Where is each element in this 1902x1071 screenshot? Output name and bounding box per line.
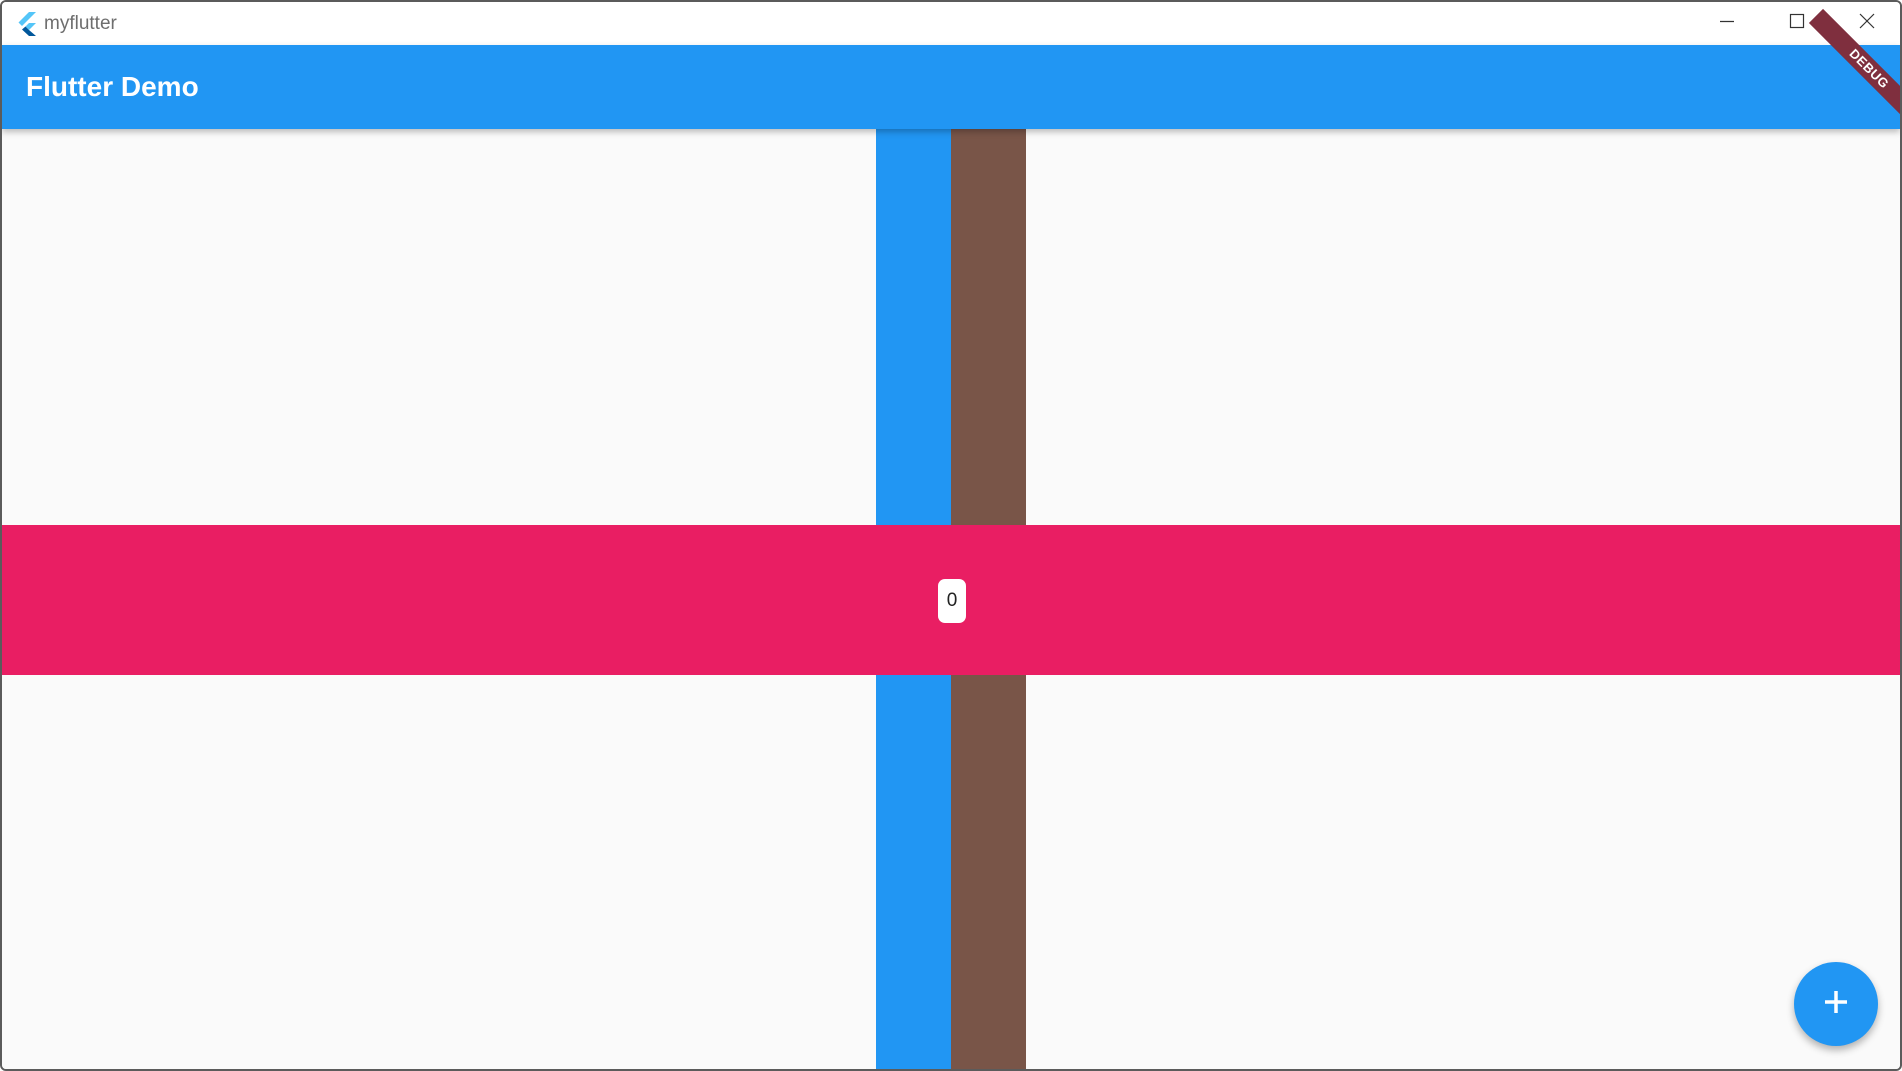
minimize-button[interactable] <box>1692 2 1762 45</box>
app-window: myflutter Flutter Demo DEBUG 0 <box>0 0 1902 1071</box>
window-title: myflutter <box>44 13 117 34</box>
increment-fab-button[interactable] <box>1794 962 1878 1046</box>
app-bar: Flutter Demo DEBUG <box>2 8 1900 130</box>
body-area: 0 <box>2 129 1900 1069</box>
flutter-logo-icon <box>16 12 38 36</box>
plus-icon <box>1821 987 1851 1022</box>
page-title: Flutter Demo <box>26 71 199 102</box>
title-bar[interactable]: myflutter <box>2 2 1900 45</box>
maximize-icon <box>1789 13 1805 34</box>
counter-value: 0 <box>938 579 966 623</box>
close-icon <box>1859 13 1875 34</box>
minimize-icon <box>1719 13 1735 34</box>
